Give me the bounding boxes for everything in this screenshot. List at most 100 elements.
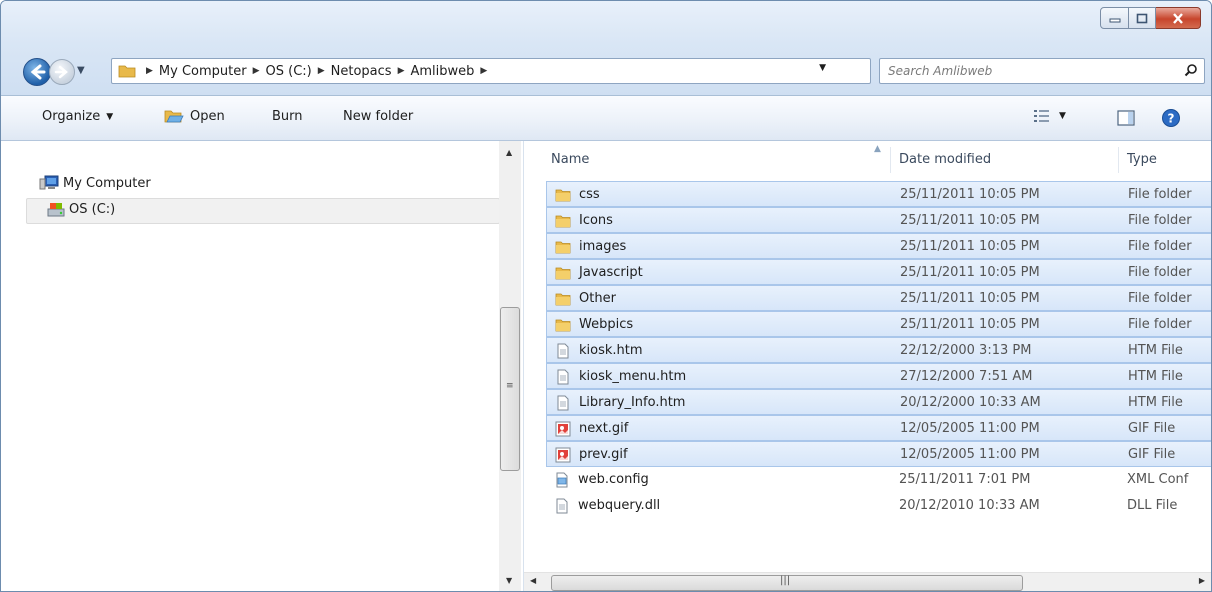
command-bar: Organize ▼ Open Burn New folder ▼ ?	[1, 96, 1211, 141]
column-header-date-modified[interactable]: Date modified	[899, 141, 991, 177]
scroll-right-icon[interactable]: ▶	[1199, 576, 1205, 585]
recent-pages-dropdown[interactable]: ▼	[77, 65, 85, 76]
address-dropdown[interactable]: ▼	[819, 63, 826, 73]
file-name: Library_Info.htm	[579, 395, 686, 410]
column-header-name[interactable]: Name	[551, 141, 589, 177]
file-row[interactable]: prev.gif 12/05/2005 11:00 PM GIF File	[546, 441, 1211, 467]
forward-arrow-icon	[54, 65, 68, 79]
maximize-button[interactable]	[1129, 7, 1156, 29]
minimize-icon	[1109, 18, 1120, 23]
breadcrumb-my-computer[interactable]: My Computer	[159, 64, 247, 79]
scroll-up-icon[interactable]: ▲	[506, 148, 512, 157]
file-date-modified: 20/12/2010 10:33 AM	[899, 498, 1040, 513]
file-row[interactable]: Icons 25/11/2011 10:05 PM File folder	[546, 207, 1211, 233]
file-row[interactable]: Webpics 25/11/2011 10:05 PM File folder	[546, 311, 1211, 337]
tree-item-my-computer[interactable]: My Computer	[39, 175, 151, 191]
file-type: GIF File	[1128, 447, 1176, 462]
file-type: XML Conf	[1127, 472, 1189, 487]
file-row[interactable]: kiosk.htm 22/12/2000 3:13 PM HTM File	[546, 337, 1211, 363]
back-button[interactable]	[23, 58, 51, 86]
column-divider[interactable]	[1118, 147, 1119, 173]
grip-icon: ≡	[506, 381, 513, 391]
breadcrumb-netopacs[interactable]: Netopacs	[331, 64, 392, 79]
file-row[interactable]: next.gif 12/05/2005 11:00 PM GIF File	[546, 415, 1211, 441]
scrollbar-thumb[interactable]: |||	[551, 575, 1023, 591]
breadcrumb-amlibweb[interactable]: Amlibweb	[411, 64, 475, 79]
change-view-button[interactable]: ▼	[1033, 109, 1066, 123]
new-folder-label: New folder	[343, 109, 414, 124]
file-row[interactable]: Library_Info.htm 20/12/2000 10:33 AM HTM F…	[546, 389, 1211, 415]
tree-item-label: My Computer	[63, 175, 151, 191]
file-type: File folder	[1128, 291, 1192, 306]
file-date-modified: 25/11/2011 10:05 PM	[900, 265, 1040, 280]
file-row[interactable]: kiosk_menu.htm 27/12/2000 7:51 AM HTM File	[546, 363, 1211, 389]
scroll-left-icon[interactable]: ◀	[530, 576, 536, 585]
file-date-modified: 12/05/2005 11:00 PM	[900, 421, 1040, 436]
file-name: images	[579, 239, 627, 254]
file-date-modified: 25/11/2011 10:05 PM	[900, 213, 1040, 228]
caption-buttons	[1100, 7, 1201, 29]
breadcrumb-separator[interactable]: ▶	[480, 66, 487, 76]
burn-button[interactable]: Burn	[272, 109, 303, 124]
breadcrumb-separator[interactable]: ▶	[318, 66, 325, 76]
folder-icon	[555, 215, 571, 228]
maximize-icon	[1136, 13, 1148, 23]
breadcrumb-separator[interactable]: ▶	[398, 66, 405, 76]
chevron-down-icon: ▼	[1059, 111, 1066, 121]
navigation-scrollbar[interactable]: ▲ ≡ ▼	[499, 141, 521, 591]
horizontal-scrollbar[interactable]: ◀ ||| ▶	[524, 572, 1211, 591]
file-date-modified: 25/11/2011 10:05 PM	[900, 239, 1040, 254]
column-header-type[interactable]: Type	[1127, 141, 1157, 177]
organize-label: Organize	[42, 109, 101, 124]
file-name: webquery.dll	[578, 498, 661, 513]
file-date-modified: 25/11/2011 7:01 PM	[899, 472, 1031, 487]
column-divider[interactable]	[890, 147, 891, 173]
file-row[interactable]: Javascript 25/11/2011 10:05 PM File folder	[546, 259, 1211, 285]
search-box[interactable]	[879, 58, 1205, 84]
scroll-down-icon[interactable]: ▼	[506, 576, 512, 585]
search-input[interactable]	[886, 61, 1170, 81]
document-icon	[557, 395, 569, 411]
close-button[interactable]	[1156, 7, 1201, 29]
svg-text:?: ?	[1168, 112, 1175, 126]
folder-icon	[118, 65, 136, 78]
file-row[interactable]: Other 25/11/2011 10:05 PM File folder	[546, 285, 1211, 311]
scrollbar-thumb[interactable]: ≡	[500, 307, 520, 471]
file-row[interactable]: web.config 25/11/2011 7:01 PM XML Conf	[546, 467, 1211, 493]
tree-item-os-c[interactable]: OS (C:)	[47, 201, 115, 217]
breadcrumb-os-c[interactable]: OS (C:)	[266, 64, 312, 79]
file-row[interactable]: webquery.dll 20/12/2010 10:33 AM DLL File	[546, 493, 1211, 519]
new-folder-button[interactable]: New folder	[343, 109, 413, 124]
config-file-icon	[556, 472, 568, 488]
document-icon	[556, 498, 568, 514]
file-name: Other	[579, 291, 616, 306]
breadcrumb-separator[interactable]: ▶	[253, 66, 260, 76]
file-type: File folder	[1128, 265, 1192, 280]
chevron-down-icon: ▼	[106, 111, 114, 122]
navigation-pane: My Computer OS (C:) ▲ ≡ ▼	[1, 141, 524, 591]
search-icon[interactable]	[1184, 63, 1198, 77]
address-bar[interactable]: ▶ My Computer ▶ OS (C:) ▶ Netopacs ▶ Aml…	[111, 58, 971, 84]
file-type: File folder	[1128, 187, 1192, 202]
folder-icon	[555, 319, 571, 332]
file-date-modified: 22/12/2000 3:13 PM	[900, 343, 1032, 358]
minimize-button[interactable]	[1100, 7, 1129, 29]
file-name: web.config	[578, 472, 649, 487]
preview-pane-button[interactable]	[1117, 110, 1135, 130]
burn-label: Burn	[272, 109, 303, 124]
help-button[interactable]: ?	[1161, 108, 1181, 132]
open-label: Open	[190, 108, 225, 124]
file-date-modified: 25/11/2011 10:05 PM	[900, 317, 1040, 332]
folder-icon	[555, 189, 571, 202]
file-row[interactable]: css 25/11/2011 10:05 PM File folder	[546, 181, 1211, 207]
document-icon	[557, 343, 569, 359]
folder-icon	[555, 293, 571, 306]
forward-button[interactable]	[49, 59, 75, 85]
explorer-window: ▼ ▶ My Computer ▶ OS (C:) ▶ Netopacs ▶ A…	[0, 0, 1212, 592]
open-button[interactable]: Open	[164, 108, 225, 124]
file-date-modified: 20/12/2000 10:33 AM	[900, 395, 1041, 410]
organize-button[interactable]: Organize ▼	[42, 109, 113, 124]
navigation-bar: ▼ ▶ My Computer ▶ OS (C:) ▶ Netopacs ▶ A…	[1, 55, 1211, 87]
file-name: Javascript	[579, 265, 643, 280]
file-row[interactable]: images 25/11/2011 10:05 PM File folder	[546, 233, 1211, 259]
